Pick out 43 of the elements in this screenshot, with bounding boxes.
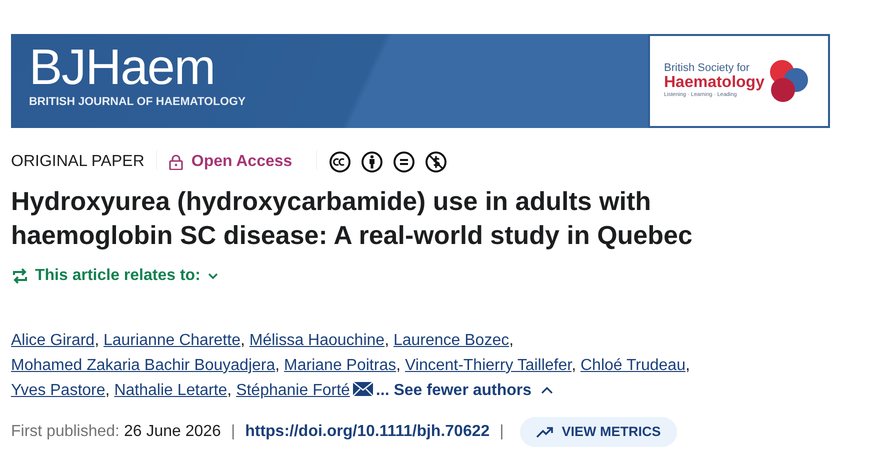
separator: , bbox=[509, 332, 514, 349]
separator: , bbox=[105, 382, 110, 399]
author-link[interactable]: Mariane Poitras bbox=[284, 357, 396, 374]
doi-link[interactable]: https://doi.org/10.1111/bjh.70622 bbox=[245, 420, 490, 444]
society-name: British Society for bbox=[664, 62, 750, 74]
separator: , bbox=[227, 382, 232, 399]
article-title: Hydroxyurea (hydroxycarbamide) use in adults with haemoglobin SC disease: A real-world study in Quebec bbox=[11, 185, 694, 252]
authors-toggle[interactable]: ... See fewer authors bbox=[376, 378, 554, 403]
no-derivatives-icon[interactable] bbox=[393, 151, 416, 173]
separator: , bbox=[396, 357, 401, 374]
separator: , bbox=[94, 332, 100, 349]
journal-subtitle: BRITISH JOURNAL OF HAEMATOLOGY bbox=[29, 95, 246, 110]
swap-arrows-icon bbox=[11, 267, 29, 285]
cc-license-icon[interactable] bbox=[329, 151, 352, 173]
non-commercial-icon[interactable] bbox=[425, 151, 448, 173]
open-access-label: Open Access bbox=[191, 152, 292, 172]
separator: , bbox=[685, 357, 690, 374]
envelope-icon[interactable] bbox=[352, 382, 373, 396]
relates-toggle[interactable]: This article relates to: bbox=[11, 264, 220, 288]
author-link[interactable]: Laurence Bozec bbox=[393, 332, 510, 349]
author-link[interactable]: Nathalie Letarte bbox=[114, 382, 228, 399]
separator: | bbox=[230, 422, 236, 442]
padlock-icon bbox=[169, 154, 184, 170]
author-link[interactable]: Mohamed Zakaria Bachir Bouyadjera bbox=[11, 357, 276, 374]
author-link[interactable]: Alice Girard bbox=[11, 332, 95, 349]
separator: , bbox=[240, 332, 245, 349]
attribution-icon[interactable] bbox=[361, 151, 384, 173]
author-link[interactable]: Vincent-Thierry Taillefer bbox=[405, 357, 572, 374]
author-link[interactable]: Stéphanie Forté bbox=[236, 382, 350, 399]
article-type: ORIGINAL PAPER bbox=[11, 152, 144, 172]
author-link[interactable]: Yves Pastore bbox=[11, 382, 106, 399]
view-metrics-button[interactable]: VIEW METRICS bbox=[520, 417, 677, 448]
author-link[interactable]: Chloé Trudeau bbox=[580, 357, 686, 374]
trend-up-icon bbox=[536, 426, 554, 438]
author-link[interactable]: Laurianne Charette bbox=[103, 332, 240, 349]
separator: | bbox=[500, 422, 504, 442]
separator: , bbox=[275, 357, 280, 374]
separator: , bbox=[572, 357, 576, 374]
society-name: Haematology bbox=[664, 74, 764, 92]
journal-logo: BJHaem bbox=[29, 42, 215, 92]
author-link[interactable]: Mélissa Haouchine bbox=[249, 332, 385, 349]
published-date: First published: 26 June 2026 bbox=[11, 422, 221, 442]
separator: , bbox=[384, 332, 390, 349]
